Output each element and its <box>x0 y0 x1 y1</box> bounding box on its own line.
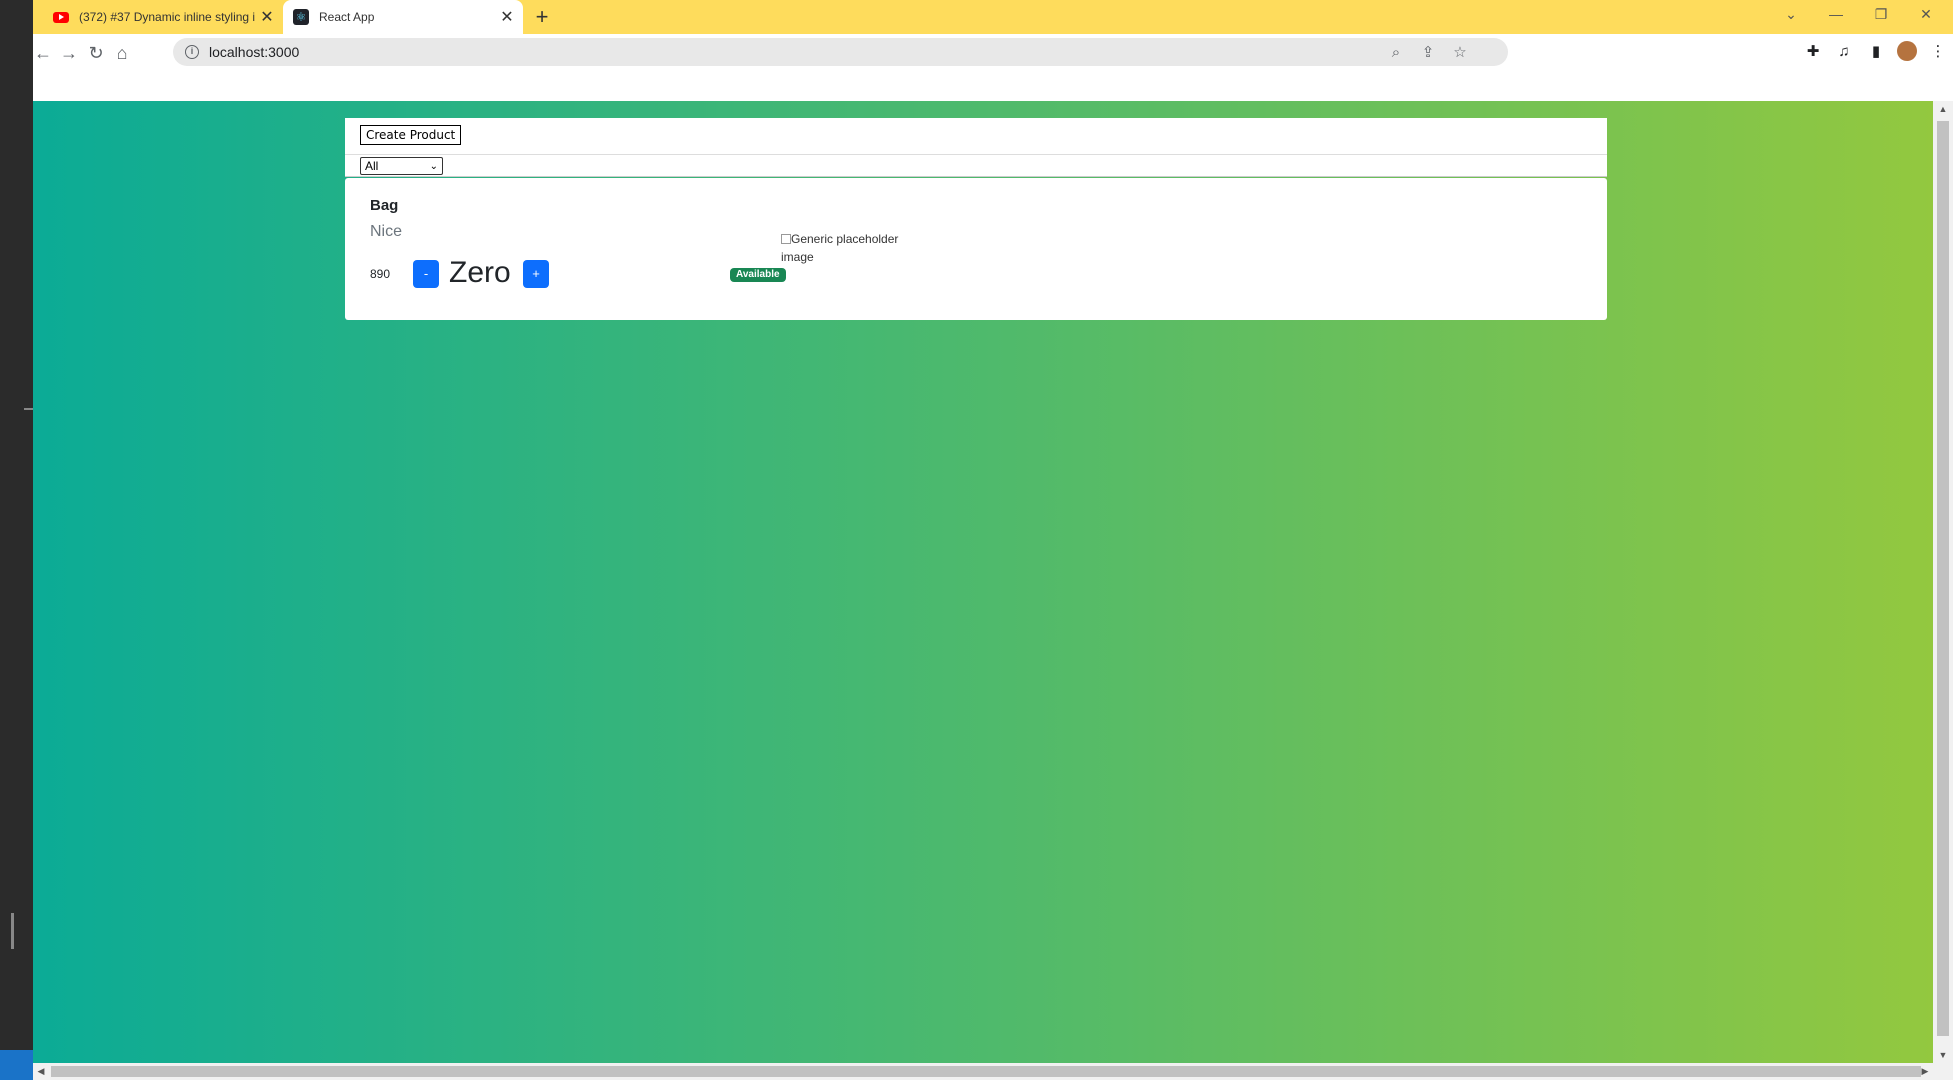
back-button[interactable]: ← <box>33 40 56 66</box>
restore-button[interactable]: ❐ <box>1858 0 1904 30</box>
product-image: Generic placeholder image <box>781 230 911 266</box>
tab-strip: (372) #37 Dynamic inline styling i ✕ ⚛ R… <box>33 0 1953 34</box>
reload-button[interactable]: ↻ <box>83 40 109 66</box>
filter-bar: All ⌄ <box>345 155 1607 177</box>
scroll-down-icon[interactable]: ▼ <box>1933 1047 1953 1063</box>
media-control-icon[interactable]: ♫ <box>1833 41 1855 63</box>
forward-button[interactable]: → <box>56 40 82 66</box>
tab-search-chevron-icon[interactable]: ⌄ <box>1768 0 1814 30</box>
broken-image-icon <box>781 234 791 244</box>
page-viewport: Create Product All ⌄ Bag Nice 890 - Zero… <box>33 101 1933 1063</box>
background-window-strip <box>0 0 33 1080</box>
vertical-scrollbar[interactable]: ▲ ▼ <box>1933 101 1953 1063</box>
tab-react-app[interactable]: ⚛ React App ✕ <box>283 0 523 34</box>
background-window-marker <box>0 1050 33 1080</box>
bookmarks-bar <box>33 70 1953 101</box>
tab-title: React App <box>319 10 375 24</box>
share-icon[interactable]: ⇪ <box>1418 43 1438 63</box>
zoom-icon[interactable]: ⌕ <box>1386 43 1406 63</box>
minimize-button[interactable]: — <box>1813 0 1859 30</box>
site-info-icon[interactable]: i <box>185 45 199 59</box>
close-tab-icon[interactable]: ✕ <box>257 7 277 27</box>
browser-window: (372) #37 Dynamic inline styling i ✕ ⚛ R… <box>33 0 1953 1080</box>
scroll-right-icon[interactable]: ▶ <box>1917 1063 1933 1080</box>
product-card: Bag Nice 890 - Zero + Available Generic … <box>345 178 1607 320</box>
app-container: Create Product All ⌄ Bag Nice 890 - Zero… <box>345 118 1607 320</box>
quantity-value: Zero <box>449 256 511 289</box>
chevron-down-icon: ⌄ <box>429 160 438 172</box>
scroll-up-icon[interactable]: ▲ <box>1933 101 1953 117</box>
react-icon: ⚛ <box>293 9 309 25</box>
status-badge: Available <box>730 268 786 282</box>
close-tab-icon[interactable]: ✕ <box>497 7 517 27</box>
menu-icon[interactable]: ⋮ <box>1927 41 1949 63</box>
image-alt-text: Generic placeholder image <box>781 232 899 264</box>
horizontal-scrollbar[interactable]: ◀ ▶ <box>33 1063 1953 1080</box>
side-panel-icon[interactable]: ▮ <box>1865 41 1887 63</box>
window-close-button[interactable]: ✕ <box>1903 0 1949 30</box>
decrement-button[interactable]: - <box>413 260 439 288</box>
filter-select[interactable]: All ⌄ <box>360 157 443 175</box>
bookmark-star-icon[interactable]: ☆ <box>1450 43 1470 63</box>
address-bar[interactable]: i localhost:3000 ⌕ ⇪ ☆ <box>173 38 1508 66</box>
product-price: 890 <box>370 267 391 281</box>
horizontal-scroll-thumb[interactable] <box>51 1066 1921 1077</box>
home-button[interactable]: ⌂ <box>109 40 135 66</box>
filter-selected-value: All <box>365 159 379 173</box>
product-name: Bag <box>370 197 399 214</box>
create-bar: Create Product <box>345 118 1607 155</box>
increment-button[interactable]: + <box>523 260 549 288</box>
new-tab-button[interactable]: + <box>529 4 555 30</box>
product-description: Nice <box>370 223 403 240</box>
create-product-button[interactable]: Create Product <box>360 125 462 145</box>
background-window-marker <box>11 913 14 949</box>
profile-avatar[interactable] <box>1897 41 1917 61</box>
youtube-icon <box>53 9 69 25</box>
background-window-marker <box>24 408 33 410</box>
url-text[interactable]: localhost:3000 <box>209 44 299 60</box>
extensions-icon[interactable]: ✚ <box>1802 41 1824 63</box>
scroll-left-icon[interactable]: ◀ <box>33 1063 49 1080</box>
vertical-scroll-thumb[interactable] <box>1937 121 1949 1036</box>
tab-title: (372) #37 Dynamic inline styling i <box>79 10 256 24</box>
browser-toolbar: ← → ↻ ⌂ i localhost:3000 ⌕ ⇪ ☆ ✚ ♫ ▮ ⋮ <box>33 34 1953 70</box>
tab-youtube[interactable]: (372) #37 Dynamic inline styling i ✕ <box>43 0 283 34</box>
